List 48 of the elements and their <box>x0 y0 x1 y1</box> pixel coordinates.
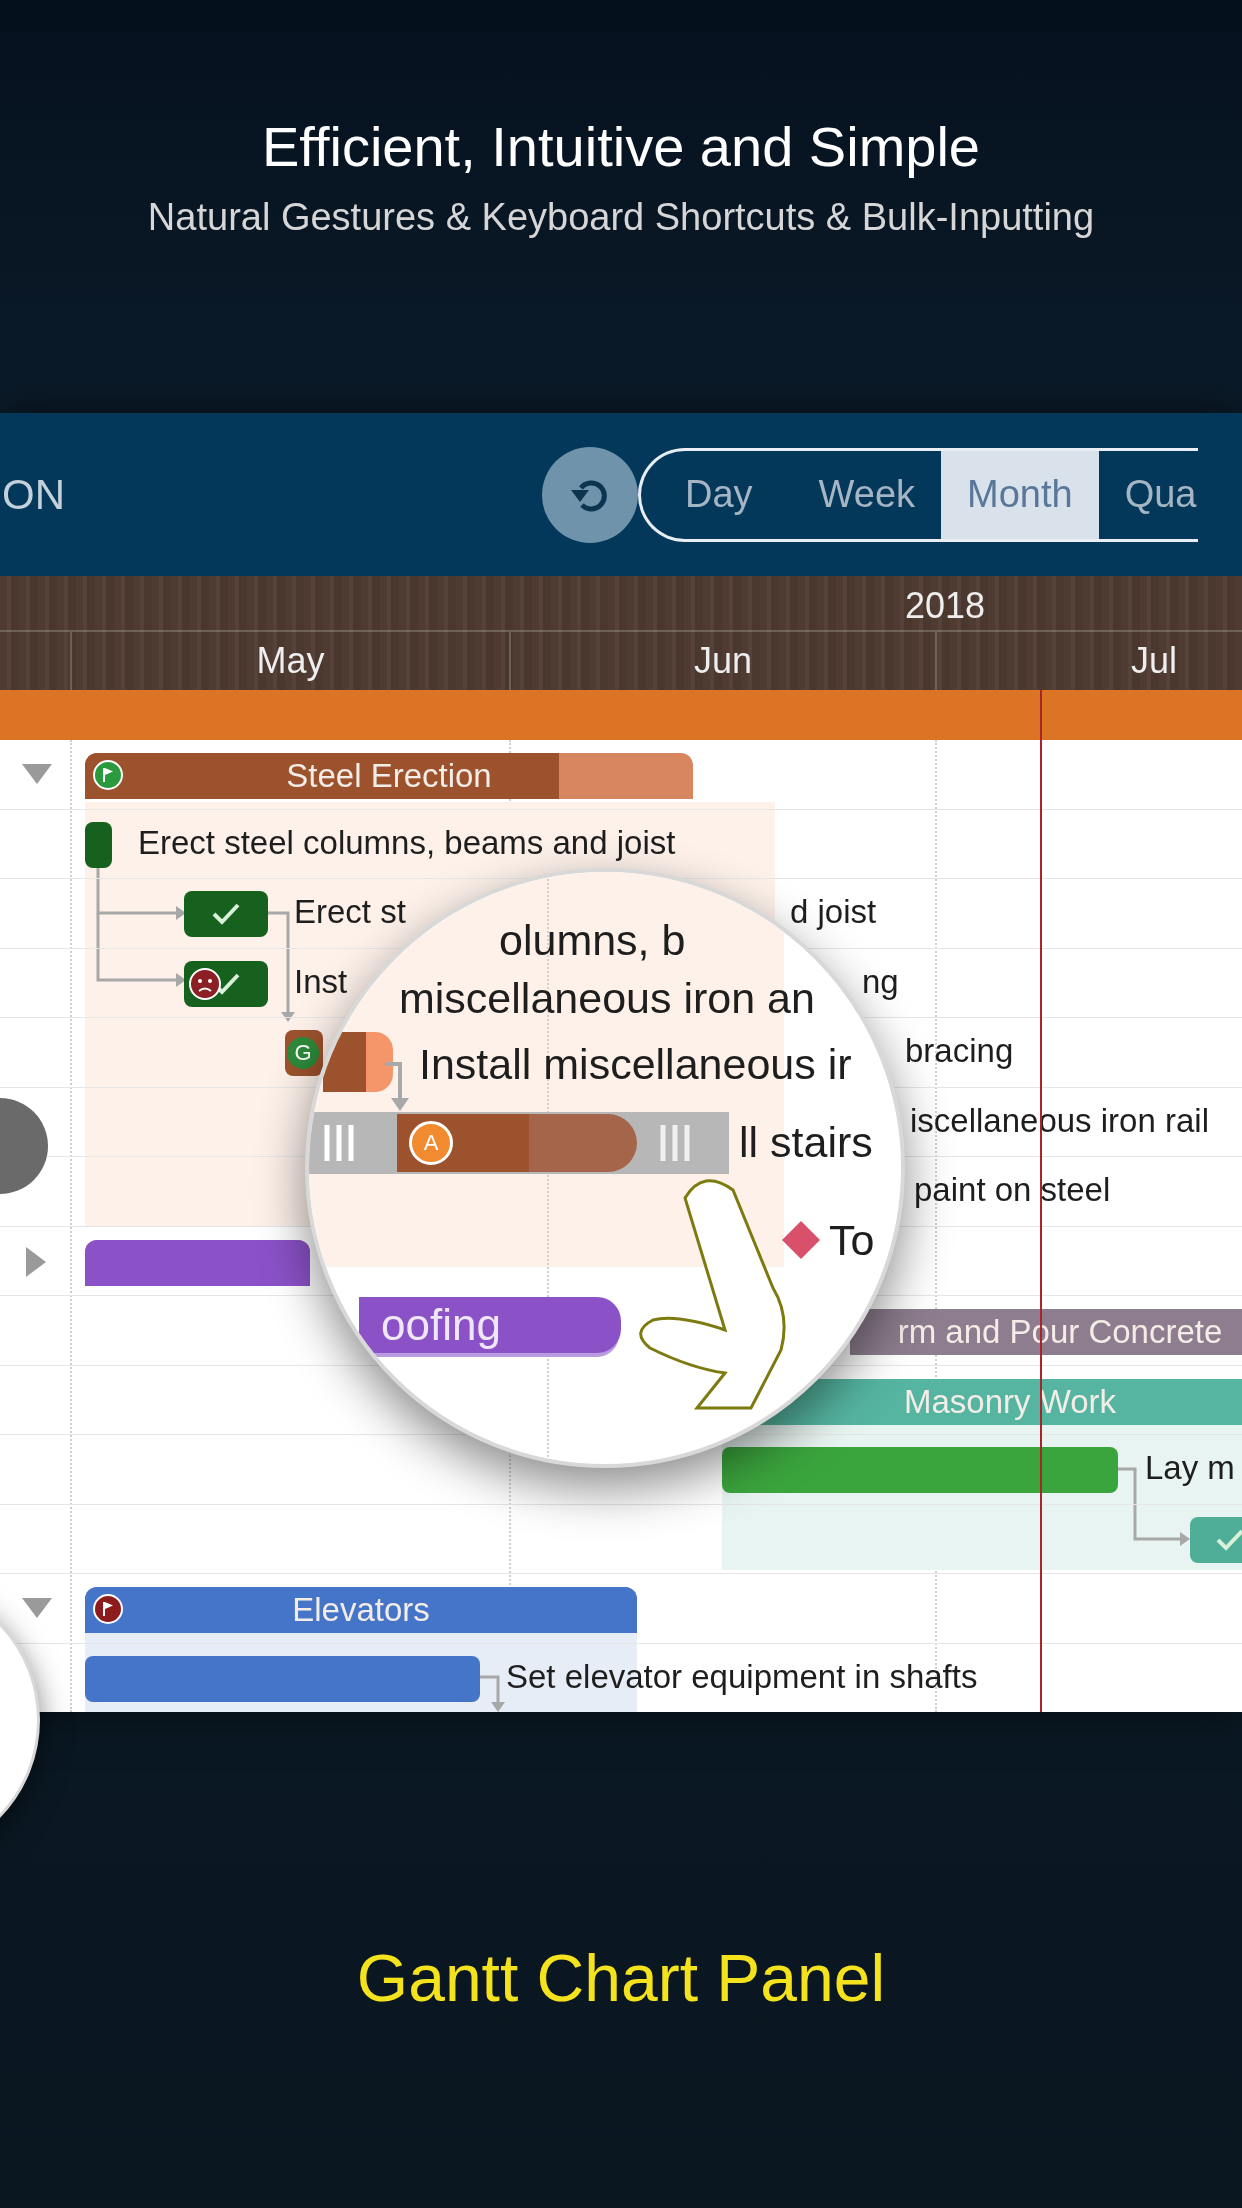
scale-tab[interactable]: Week <box>792 450 942 539</box>
scale-tab[interactable]: Qua <box>1098 450 1198 539</box>
magnified-label: Install miscellaneous ir <box>419 1039 852 1090</box>
task-label: ng <box>862 962 899 1001</box>
connector-arrow <box>480 1675 505 1712</box>
group-label: oofing <box>381 1300 501 1350</box>
group-bar[interactable]: Elevators <box>85 1587 637 1633</box>
task-label: Inst <box>294 962 348 1001</box>
task-bar[interactable] <box>85 821 112 868</box>
resource-badge: A <box>409 1121 453 1165</box>
scale-tab[interactable]: Month <box>941 450 1099 539</box>
magnified-label: To <box>829 1215 875 1266</box>
month-label: Jul <box>1131 640 1177 681</box>
task-bar[interactable]: A <box>397 1114 637 1172</box>
group-label: Masonry Work <box>903 1382 1117 1421</box>
headline: Efficient, Intuitive and Simple <box>261 114 981 180</box>
task-label: Erect st <box>294 893 406 931</box>
subheadline: Natural Gestures & Keyboard Shortcuts & Bulk-Inputting <box>146 195 1096 240</box>
group-label: Steel Erection <box>286 757 492 795</box>
group-label: Elevators <box>292 1591 430 1629</box>
resource-badge: G <box>287 1037 319 1069</box>
year-label: 2018 <box>905 585 986 626</box>
month-label: May <box>256 640 325 681</box>
task-label: Erect steel columns, beams and joist <box>138 823 676 862</box>
task-bar <box>323 1032 393 1092</box>
group-bar[interactable]: Masonry Work <box>760 1378 1242 1425</box>
drag-track[interactable]: A <box>309 1112 729 1174</box>
milestone-diamond-icon <box>781 1220 821 1260</box>
task-label: bracing <box>905 1032 1014 1070</box>
caption: Gantt Chart Panel <box>356 1940 886 2017</box>
task-bar[interactable]: G <box>285 1030 323 1076</box>
task-label: Set elevator equipment in shafts <box>506 1657 978 1696</box>
task-bar[interactable] <box>184 891 268 937</box>
month-label: Jun <box>693 640 752 681</box>
task-bar[interactable] <box>85 1655 480 1702</box>
disclosure-triangle-icon[interactable] <box>22 764 52 784</box>
magnified-label: olumns, b <box>499 915 686 966</box>
task-bar[interactable] <box>184 960 268 1007</box>
task-label: paint on steel <box>914 1171 1111 1209</box>
group-bar[interactable]: Steel Erection <box>85 753 693 799</box>
group-bar[interactable] <box>85 1239 310 1286</box>
project-title: ON <box>2 470 66 519</box>
magnified-label: miscellaneous iron an <box>399 973 815 1024</box>
task-label: d joist <box>790 893 877 931</box>
scale-tab[interactable]: Day <box>641 450 793 539</box>
magnified-label: ll stairs <box>739 1117 873 1168</box>
disclosure-triangle-icon[interactable] <box>26 1246 46 1277</box>
task-label: Lay m <box>1145 1449 1235 1487</box>
